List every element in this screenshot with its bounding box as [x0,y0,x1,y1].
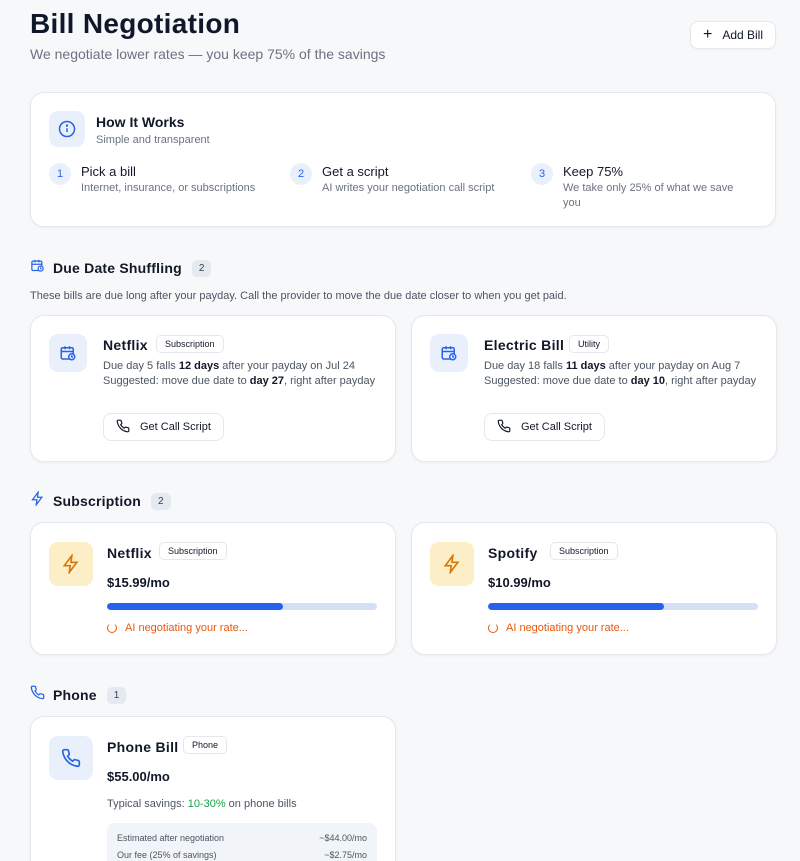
get-call-script-button[interactable]: Get Call Script [484,413,605,441]
page-subtitle: We negotiate lower rates — you keep 75% … [30,46,386,62]
progress-fill [107,603,283,610]
section-title: Subscription [53,493,141,509]
bill-name: Netflix [107,545,152,561]
bill-price: $15.99/mo [107,575,170,590]
phone-icon [49,736,93,780]
due-line-2: Suggested: move due date to day 27, righ… [103,375,376,387]
bill-price: $10.99/mo [488,575,551,590]
due-date-note: These bills are due long after your payd… [30,290,567,302]
phone-icon [30,685,45,705]
how-it-works-card: How It Works Simple and transparent 1 Pi… [30,92,776,227]
category-tag: Utility [569,335,609,353]
step-number: 2 [290,163,312,185]
lightning-icon [49,542,93,586]
count-badge: 1 [106,686,127,704]
typical-savings: Typical savings: 10-30% on phone bills [107,798,297,810]
calendar-clock-icon [49,334,87,372]
info-icon [49,111,85,147]
calendar-clock-icon [30,258,45,278]
estimate-row: Estimated after negotiation ~$44.00/mo [117,833,367,843]
step-title: Keep 75% [563,164,623,179]
phone-icon [497,419,511,436]
bill-name: Electric Bill [484,337,565,353]
lightning-icon [430,542,474,586]
phone-icon [116,419,130,436]
bill-name: Phone Bill [107,739,179,755]
get-call-script-button[interactable]: Get Call Script [103,413,224,441]
status-text: AI negotiating your rate... [125,622,248,634]
estimate-box: Estimated after negotiation ~$44.00/mo Ou… [107,823,377,861]
bill-name: Netflix [103,337,148,353]
due-line-1: Due day 5 falls 12 days after your payda… [103,360,355,372]
subscription-card-spotify: Spotify Subscription $10.99/mo AI negoti… [411,522,777,655]
button-label: Get Call Script [140,421,211,433]
add-bill-button[interactable]: + Add Bill [689,21,776,49]
step-title: Get a script [322,164,389,179]
category-tag: Subscription [156,335,224,353]
step-description: We take only 25% of what we save you [563,182,734,209]
progress-fill [488,603,664,610]
step-number: 3 [531,163,553,185]
negotiation-progress-bar [488,603,758,610]
category-tag: Subscription [550,542,618,560]
page-title: Bill Negotiation [30,8,241,39]
step-number: 1 [49,163,71,185]
due-date-section-header: Due Date Shuffling 2 [30,258,212,278]
plus-icon: + [702,25,713,43]
section-title: Phone [53,687,97,703]
negotiation-status: AI negotiating your rate... [488,622,629,634]
section-title: Due Date Shuffling [53,260,182,276]
how-it-works-subtitle: Simple and transparent [96,134,210,146]
step-description: AI writes your negotiation call script [322,182,495,194]
subscription-card-netflix: Netflix Subscription $15.99/mo AI negoti… [30,522,396,655]
button-label: Get Call Script [521,421,592,433]
count-badge: 2 [191,259,212,277]
estimate-row: Our fee (25% of savings) ~$2.75/mo [117,850,367,860]
step-title: Pick a bill [81,164,136,179]
due-card-netflix: Netflix Subscription Due day 5 falls 12 … [30,315,396,462]
subscription-section-header: Subscription 2 [30,489,171,511]
due-line-1: Due day 18 falls 11 days after your payd… [484,360,741,372]
due-card-electric-bill: Electric Bill Utility Due day 18 falls 1… [411,315,777,462]
how-it-works-title: How It Works [96,114,185,130]
negotiation-status: AI negotiating your rate... [107,622,248,634]
category-tag: Subscription [159,542,227,560]
bill-price: $55.00/mo [107,769,170,784]
due-line-2: Suggested: move due date to day 10, righ… [484,375,757,387]
step-description: Internet, insurance, or subscriptions [81,182,256,194]
phone-bill-card: Phone Bill Phone $55.00/mo Typical savin… [30,716,396,861]
calendar-clock-icon [430,334,468,372]
count-badge: 2 [150,492,171,510]
spinner-icon [488,623,498,633]
status-text: AI negotiating your rate... [506,622,629,634]
category-tag: Phone [183,736,228,754]
negotiation-progress-bar [107,603,377,610]
spinner-icon [107,623,117,633]
add-bill-label: Add Bill [722,28,763,42]
page-header: Bill Negotiation We negotiate lower rate… [30,0,776,90]
bill-name: Spotify [488,545,538,561]
phone-section-header: Phone 1 [30,685,127,705]
lightning-icon [30,489,45,511]
